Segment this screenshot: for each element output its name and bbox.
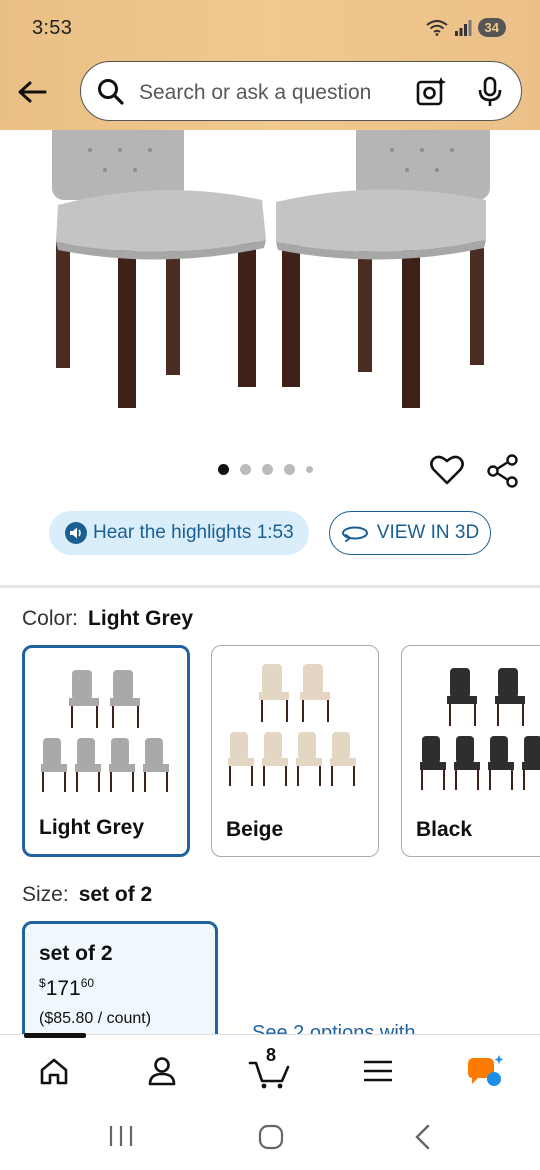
status-bar: 3:53 34 — [0, 0, 540, 58]
view-in-3d-button[interactable]: VIEW IN 3D — [329, 511, 491, 555]
microphone-icon[interactable] — [477, 76, 503, 108]
audio-play-icon — [65, 522, 87, 544]
battery-badge: 34 — [477, 18, 506, 37]
price-symbol: $ — [39, 976, 46, 990]
nav-cart[interactable]: 8 — [246, 1045, 294, 1091]
search-header: Search or ask a question — [0, 58, 540, 130]
color-option-beige[interactable]: Beige — [211, 645, 379, 857]
signal-icon — [454, 19, 472, 36]
recent-apps-icon[interactable] — [108, 1124, 134, 1148]
color-option-black[interactable]: Black — [401, 645, 540, 857]
color-option-name: Light Grey — [39, 816, 145, 839]
status-icons: 34 — [425, 18, 506, 37]
image-carousel-dots[interactable] — [218, 464, 313, 475]
chair-thumbnail-beige — [228, 664, 356, 786]
color-option-name: Beige — [226, 818, 284, 841]
price-fraction: 60 — [80, 976, 95, 990]
color-selected-value: Light Grey — [88, 607, 194, 630]
size-option-price: $17160 — [39, 976, 94, 1001]
home-icon — [40, 1058, 68, 1085]
wifi-icon — [425, 19, 448, 36]
account-icon — [148, 1057, 176, 1086]
active-tab-indicator — [24, 1033, 86, 1038]
menu-icon — [364, 1060, 392, 1082]
size-option-set-of-2[interactable]: set of 2 $17160 ($85.80 / count) — [22, 921, 218, 1051]
product-chairs-image — [52, 130, 490, 408]
chair-thumbnail-black — [420, 668, 540, 790]
product-image[interactable] — [0, 130, 540, 430]
nav-account[interactable] — [140, 1051, 184, 1091]
carousel-dot[interactable] — [262, 464, 273, 475]
color-option-light-grey[interactable]: Light Grey — [22, 645, 190, 857]
price-whole: 171 — [45, 977, 81, 1000]
nav-rufus[interactable] — [464, 1051, 508, 1091]
nav-menu[interactable] — [356, 1051, 400, 1091]
hear-highlights-label: Hear the highlights 1:53 — [93, 522, 294, 543]
status-time: 3:53 — [32, 17, 73, 39]
heart-icon[interactable] — [430, 454, 464, 486]
carousel-dot[interactable] — [218, 464, 229, 475]
search-bar[interactable]: Search or ask a question — [80, 61, 522, 121]
back-button[interactable] — [14, 74, 50, 110]
size-selected-value: set of 2 — [78, 883, 153, 906]
home-system-icon[interactable] — [258, 1124, 284, 1150]
back-arrow-icon — [18, 81, 47, 103]
back-system-icon[interactable] — [412, 1124, 434, 1150]
search-placeholder: Search or ask a question — [139, 81, 372, 104]
hear-highlights-button[interactable]: Hear the highlights 1:53 — [49, 511, 309, 555]
camera-search-icon[interactable] — [415, 76, 447, 108]
color-heading: Color: Light Grey — [22, 607, 193, 631]
section-divider — [0, 585, 540, 588]
search-icon — [98, 79, 124, 105]
color-label: Color: — [22, 607, 79, 630]
share-icon[interactable] — [486, 454, 520, 488]
size-option-name: set of 2 — [39, 942, 113, 965]
rotate-3d-icon — [341, 526, 368, 542]
chair-thumbnail-grey — [41, 670, 169, 792]
size-label: Size: — [22, 883, 69, 906]
carousel-dot[interactable] — [284, 464, 295, 475]
cart-count: 8 — [266, 1045, 277, 1065]
size-option-unit-price: ($85.80 / count) — [39, 1010, 152, 1027]
nav-home[interactable] — [32, 1051, 76, 1091]
carousel-dot[interactable] — [306, 466, 313, 473]
rufus-assistant-icon — [468, 1055, 504, 1086]
carousel-dot[interactable] — [240, 464, 251, 475]
color-option-name: Black — [416, 818, 473, 841]
system-navigation-bar — [0, 1104, 540, 1170]
bottom-navigation: 8 — [0, 1033, 540, 1104]
view-in-3d-label: VIEW IN 3D — [376, 522, 480, 543]
size-heading: Size: set of 2 — [22, 883, 152, 907]
